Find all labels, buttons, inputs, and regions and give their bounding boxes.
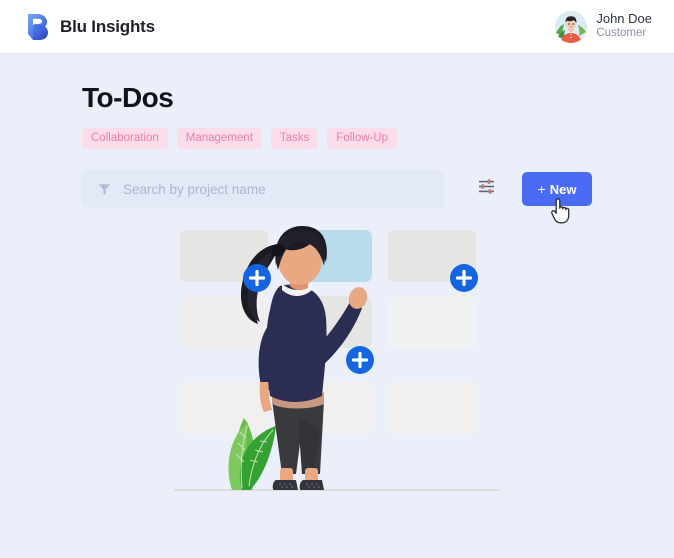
content-column: To-Dos Collaboration Management Tasks Fo… [0,82,674,224]
toolbar: + New [82,170,604,224]
tag-chip[interactable]: Collaboration [82,128,168,149]
filter-funnel-icon[interactable] [98,183,111,196]
plus-icon: + [537,181,546,197]
page-title: To-Dos [82,82,174,113]
search-box[interactable] [82,170,444,208]
woman-adding-cards-to-board-illustration [174,226,500,491]
tag-chip[interactable]: Management [176,128,262,149]
app-header: Blu Insights John Doe Customer [0,0,674,54]
user-role: Customer [596,27,647,40]
brand-name: Blu Insights [60,16,155,36]
board-card [388,296,476,348]
new-button[interactable]: + New [522,172,592,224]
user-meta: John Doe Customer [596,11,652,40]
main-content: To-Dos Collaboration Management Tasks Fo… [0,54,674,522]
tag-chip[interactable]: Follow-Up [327,128,398,149]
search-input[interactable] [123,181,428,197]
user-name: John Doe [596,11,652,27]
tag-list: Collaboration Management Tasks Follow-Up [82,128,604,149]
user-profile[interactable]: John Doe Customer [555,10,652,43]
add-card-badge[interactable] [243,264,271,292]
empty-state-illustration [0,222,674,522]
new-button-label: New [549,181,577,197]
pointing-hand-cursor-icon [550,198,572,224]
tag-chip[interactable]: Tasks [270,128,319,149]
board-card [388,382,476,434]
add-card-badge[interactable] [346,346,374,374]
board-card [180,382,268,434]
avatar [555,10,588,43]
settings-sliders-button[interactable] [473,176,499,202]
sliders-settings-icon [478,178,495,200]
blu-insights-logo-icon [24,13,50,41]
add-card-badge[interactable] [450,264,478,292]
brand[interactable]: Blu Insights [24,13,155,41]
